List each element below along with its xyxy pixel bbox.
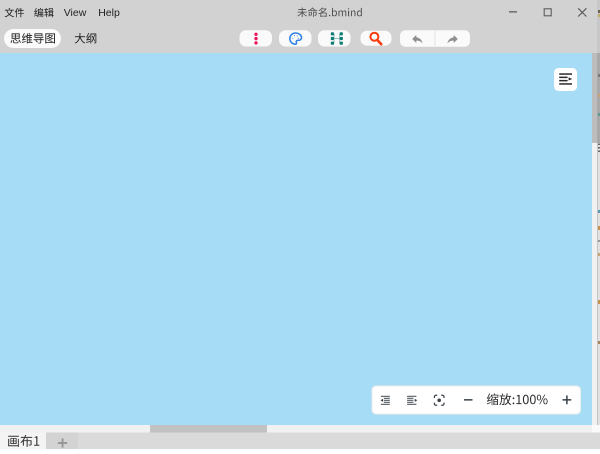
svg-text:Help: Help xyxy=(98,7,120,19)
svg-text:View: View xyxy=(64,7,87,19)
